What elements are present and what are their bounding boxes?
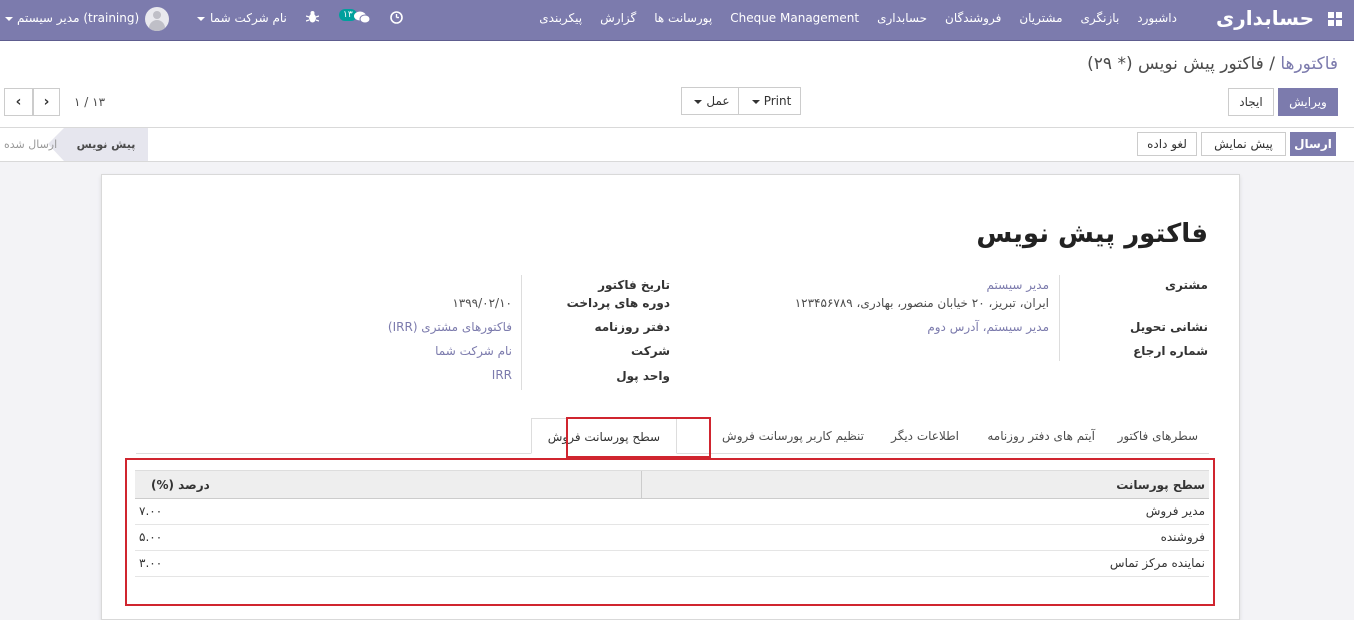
journal-label: دفتر روزنامه (594, 320, 670, 334)
company-switcher-caret[interactable] (197, 11, 205, 25)
menu-item-accounting[interactable]: حسابداری (868, 11, 936, 25)
bug-icon[interactable] (306, 10, 319, 24)
table-highlight-box (125, 458, 1215, 606)
reference-label: شماره ارجاع (1133, 344, 1208, 358)
edit-button[interactable]: ویرایش (1278, 88, 1338, 116)
menu-item-cheque-management[interactable]: Cheque Management (721, 11, 868, 25)
menu-item-dashboard[interactable]: داشبورد (1128, 11, 1186, 25)
send-button[interactable]: ارسال (1290, 132, 1336, 156)
payment-terms-label: دوره های پرداخت (566, 296, 670, 310)
delivery-address-field[interactable]: مدیر سیستم، آدرس دوم (927, 320, 1049, 334)
status-bar: ارسال پیش نمایش لغو داده پیش نویس ارسال … (0, 128, 1354, 162)
menu-item-vendors[interactable]: فروشندگان (936, 11, 1010, 25)
print-caret-icon (751, 99, 760, 104)
top-navbar: حسابداری داشبورد بازنگری مشتریان فروشندگ… (0, 0, 1354, 41)
clock-icon[interactable] (390, 11, 403, 24)
company-switcher[interactable]: نام شرکت شما (210, 11, 287, 25)
delivery-address-label: نشانی تحویل (1130, 320, 1208, 334)
currency-label: واحد پول (616, 369, 670, 383)
app-brand: حسابداری (1215, 6, 1314, 30)
journal-field[interactable]: فاکتورهای مشتری (IRR) (388, 320, 512, 334)
breadcrumb-separator: / (1269, 54, 1275, 74)
tab-highlight-box (566, 417, 711, 458)
apps-grid-icon[interactable] (1328, 12, 1342, 26)
invoice-date-label: تاریخ فاکتور (598, 278, 670, 292)
stage-draft: پیش نویس (64, 128, 148, 161)
tab-commission-user-settings[interactable]: تنظیم کاربر پورسانت فروش (722, 418, 864, 454)
pager-previous-button[interactable]: ‹ (4, 88, 33, 116)
company-field[interactable]: نام شرکت شما (435, 344, 512, 358)
tab-invoice-lines[interactable]: سطرهای فاکتور (1118, 418, 1198, 454)
breadcrumb-current: فاکتور پیش نویس (* ۲۹) (1087, 54, 1264, 74)
menu-item-review[interactable]: بازنگری (1072, 11, 1129, 25)
chat-icon[interactable] (354, 11, 370, 24)
cancel-entry-button[interactable]: لغو داده (1137, 132, 1197, 156)
form-sheet: فاکتور پیش نویس مشتری نشانی تحویل شماره … (101, 174, 1240, 620)
customer-label: مشتری (1164, 278, 1208, 292)
action-label: عمل (706, 94, 730, 108)
company-label: شرکت (631, 344, 670, 358)
main-menu: داشبورد بازنگری مشتریان فروشندگان حسابدا… (530, 11, 1186, 25)
pager-next-button[interactable]: › (33, 88, 60, 116)
customer-address: ایران، تبریز، ۲۰ خیابان منصور، بهادری، ۱… (794, 296, 1049, 310)
currency-field[interactable]: IRR (492, 368, 512, 382)
systray: مدیر سیستم (training) نام شرکت شما ۱۳ (0, 0, 410, 41)
menu-item-configuration[interactable]: پیکربندی (530, 11, 591, 25)
create-button[interactable]: ایجاد (1228, 88, 1274, 116)
menu-item-reports[interactable]: گزارش (591, 11, 645, 25)
preview-button[interactable]: پیش نمایش (1201, 132, 1286, 156)
breadcrumb: فاکتورها / فاکتور پیش نویس (* ۲۹) (1087, 54, 1338, 74)
menu-item-customers[interactable]: مشتریان (1010, 11, 1071, 25)
stage-sent[interactable]: ارسال شده (4, 128, 57, 161)
action-dropdown[interactable]: عمل (681, 87, 739, 115)
field-separator (521, 275, 522, 390)
customer-field[interactable]: مدیر سیستم (987, 278, 1050, 292)
breadcrumb-invoices[interactable]: فاکتورها (1280, 54, 1338, 74)
tab-journal-items[interactable]: آیتم های دفتر روزنامه (987, 418, 1095, 454)
invoice-title: فاکتور پیش نویس (976, 219, 1208, 249)
user-menu[interactable]: مدیر سیستم (training) (17, 11, 139, 25)
menu-item-commissions[interactable]: پورسانت ها (645, 11, 721, 25)
pager-value[interactable]: ۱ / ۱۳ (74, 95, 105, 109)
invoice-date-field[interactable]: ۱۳۹۹/۰۲/۱۰ (452, 296, 512, 310)
avatar[interactable] (145, 7, 169, 31)
field-separator (1059, 275, 1060, 361)
print-label: Print (763, 94, 792, 108)
print-dropdown[interactable]: Print (738, 87, 801, 115)
tab-other-info[interactable]: اطلاعات دیگر (891, 418, 959, 454)
action-caret-icon (694, 99, 703, 104)
user-menu-caret[interactable] (5, 11, 13, 25)
